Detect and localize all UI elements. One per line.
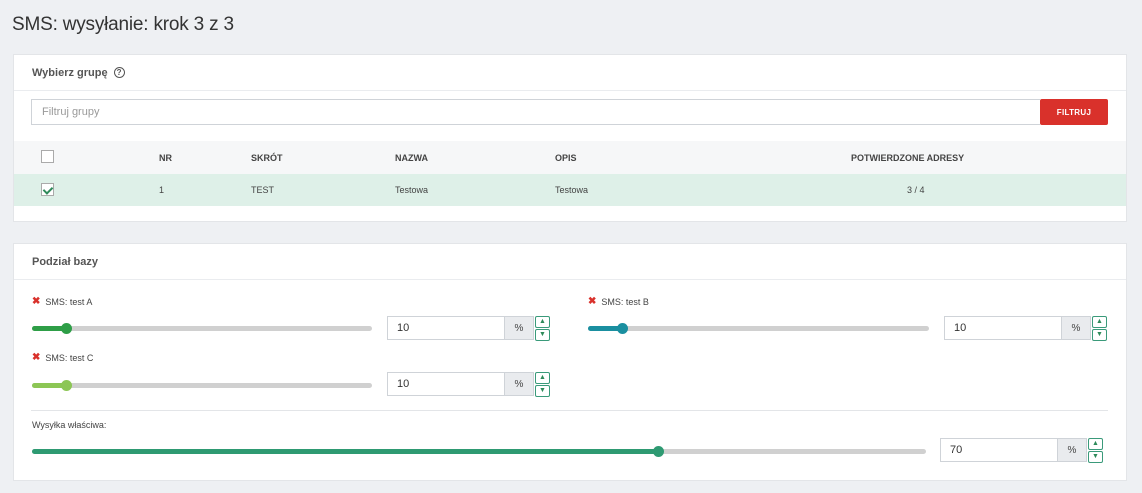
cell-nazwa: Testowa <box>395 174 555 206</box>
column-header[interactable]: OPIS <box>555 141 793 174</box>
decrement-icon[interactable]: ▼ <box>1088 451 1103 463</box>
slider-c-label: ✖ SMS: test C <box>32 352 93 363</box>
column-header[interactable]: SKRÓT <box>251 141 395 174</box>
main-slider-fill <box>32 449 658 454</box>
slider-label-text: SMS: test A <box>45 296 93 307</box>
decrement-icon[interactable]: ▼ <box>1092 329 1107 341</box>
number-stepper: ▲ ▼ <box>1088 438 1103 463</box>
slider-c-value-input[interactable] <box>387 372 505 396</box>
main-slider-number: % ▲ ▼ <box>940 438 1103 463</box>
percent-unit: % <box>1062 316 1091 340</box>
increment-icon[interactable]: ▲ <box>535 372 550 384</box>
split-panel-title: Podział bazy <box>32 255 99 268</box>
slider-b-track[interactable] <box>588 323 929 334</box>
select-all-cell <box>14 141 159 174</box>
slider-a-value-input[interactable] <box>387 316 505 340</box>
number-stepper: ▲ ▼ <box>1092 316 1107 341</box>
main-slider-handle[interactable] <box>652 446 664 457</box>
slider-label-text: SMS: test C <box>45 352 94 363</box>
number-stepper: ▲ ▼ <box>535 316 550 341</box>
main-slider-label: Wysyłka właściwa: <box>32 420 106 430</box>
slider-c-number: % ▲ ▼ <box>387 372 550 397</box>
filter-button[interactable]: FILTRUJ <box>1040 99 1108 125</box>
percent-unit: % <box>1058 438 1087 462</box>
group-panel-title: Wybierz grupę <box>32 66 108 79</box>
cell-nr: 1 <box>159 174 251 206</box>
slider-b-value-input[interactable] <box>944 316 1062 340</box>
column-header[interactable]: NR <box>159 141 251 174</box>
groups-table: NR SKRÓT NAZWA OPIS POTWIERDZONE ADRESY … <box>14 141 1126 206</box>
percent-unit: % <box>505 372 534 396</box>
column-header[interactable]: POTWIERDZONE ADRESY <box>793 141 1126 174</box>
split-panel-header: Podział bazy <box>14 244 1126 280</box>
row-checkbox[interactable] <box>41 182 54 196</box>
page-title: SMS: wysyłanie: krok 3 z 3 <box>12 14 234 35</box>
remove-icon[interactable]: ✖ <box>588 296 596 307</box>
main-slider-track[interactable] <box>32 446 926 457</box>
slider-b-label: ✖ SMS: test B <box>588 296 649 307</box>
slider-c-handle[interactable] <box>61 380 72 391</box>
table-header-row: NR SKRÓT NAZWA OPIS POTWIERDZONE ADRESY <box>14 141 1126 174</box>
row-select-cell <box>14 174 159 206</box>
divider <box>31 410 1108 411</box>
slider-b-number: % ▲ ▼ <box>944 316 1107 341</box>
increment-icon[interactable]: ▲ <box>535 316 550 328</box>
slider-b-handle[interactable] <box>617 323 629 334</box>
group-filter-input[interactable] <box>31 99 1040 125</box>
group-filter: FILTRUJ <box>31 99 1108 125</box>
slider-a-track[interactable] <box>32 323 372 334</box>
group-panel-header: Wybierz grupę ? <box>14 55 1126 91</box>
increment-icon[interactable]: ▲ <box>1092 316 1107 328</box>
slider-a-handle[interactable] <box>61 323 72 334</box>
cell-potwierdzone: 3 / 4 <box>793 174 1126 206</box>
increment-icon[interactable]: ▲ <box>1088 438 1103 450</box>
cell-opis: Testowa <box>555 174 793 206</box>
remove-icon[interactable]: ✖ <box>32 296 40 307</box>
table-row[interactable]: 1 TEST Testowa Testowa 3 / 4 <box>14 174 1126 206</box>
remove-icon[interactable]: ✖ <box>32 352 40 363</box>
slider-a-number: % ▲ ▼ <box>387 316 550 341</box>
slider-label-text: SMS: test B <box>601 296 649 307</box>
slider-c-track[interactable] <box>32 380 372 391</box>
cell-skrot: TEST <box>251 174 395 206</box>
decrement-icon[interactable]: ▼ <box>535 385 550 397</box>
main-slider-label-text: Wysyłka właściwa: <box>32 420 107 430</box>
select-all-checkbox[interactable] <box>41 150 54 163</box>
slider-a-label: ✖ SMS: test A <box>32 296 92 307</box>
help-icon[interactable]: ? <box>113 67 125 78</box>
number-stepper: ▲ ▼ <box>535 372 550 397</box>
split-panel: Podział bazy ✖ SMS: test A % ▲ ▼ ✖ SMS: … <box>13 243 1127 481</box>
group-panel: Wybierz grupę ? FILTRUJ NR SKRÓT NAZWA O… <box>13 54 1127 222</box>
main-value-input[interactable] <box>940 438 1058 462</box>
column-header[interactable]: NAZWA <box>395 141 555 174</box>
decrement-icon[interactable]: ▼ <box>535 329 550 341</box>
percent-unit: % <box>505 316 534 340</box>
